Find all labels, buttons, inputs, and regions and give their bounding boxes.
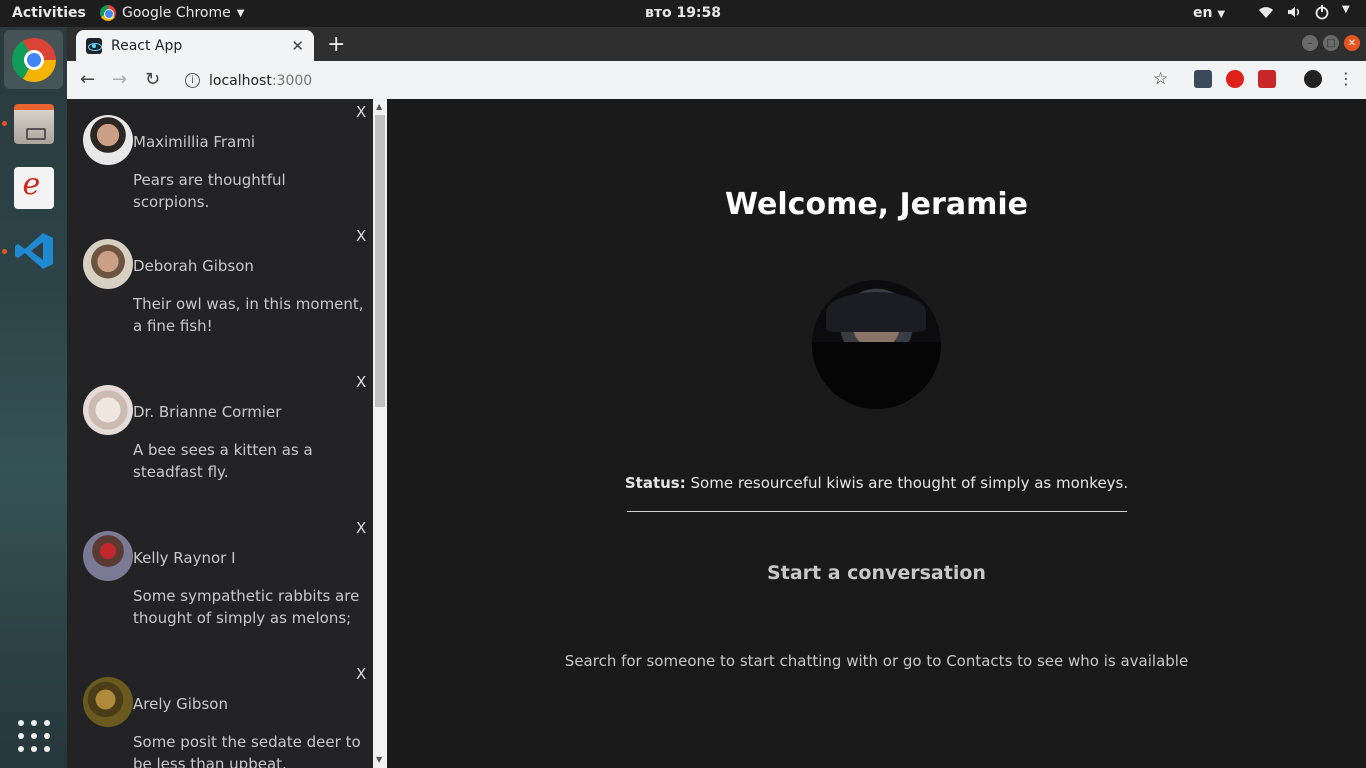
chat-contact-name: Dr. Brianne Cormier — [133, 403, 282, 421]
extension-icon[interactable] — [1194, 70, 1212, 88]
bookmark-star-icon[interactable]: ☆ — [1153, 69, 1168, 89]
chat-list-sidebar: X Maximillia Frami Pears are thoughtful … — [67, 99, 373, 768]
start-conversation-heading: Start a conversation — [767, 562, 986, 584]
chat-contact-name: Kelly Raynor I — [133, 549, 236, 567]
browser-tab-bar: React App ✕ + – □ ✕ — [67, 27, 1366, 61]
scroll-down-arrow-icon[interactable]: ▼ — [376, 755, 382, 764]
minimize-button[interactable]: – — [1302, 35, 1318, 51]
scrollbar-thumb[interactable] — [375, 115, 385, 407]
start-conversation-hint: Search for someone to start chatting wit… — [564, 652, 1189, 670]
status-label: Status: — [624, 474, 686, 492]
extension-icon[interactable] — [1258, 70, 1276, 88]
chrome-icon — [11, 37, 56, 82]
back-arrow-icon[interactable]: ← — [80, 69, 95, 90]
divider — [627, 511, 1127, 512]
extension-icon[interactable] — [1226, 70, 1244, 88]
dock — [0, 27, 67, 768]
document-viewer-icon — [13, 166, 54, 209]
wifi-icon — [1259, 7, 1273, 18]
chrome-icon — [100, 5, 116, 21]
close-chat-button[interactable]: X — [356, 373, 366, 391]
avatar — [83, 677, 133, 727]
browser-toolbar: ← → ↻ i localhost :3000 ☆ ⋮ — [67, 61, 1366, 99]
activities-button[interactable]: Activities — [12, 5, 86, 21]
volume-icon — [1288, 7, 1300, 17]
main-panel: Welcome, Jeramie Status: Some resourcefu… — [387, 99, 1366, 768]
window-controls: – □ ✕ — [1302, 35, 1360, 51]
sidebar-scrollbar[interactable]: ▲ ▼ — [373, 99, 387, 768]
forward-arrow-icon[interactable]: → — [112, 69, 127, 90]
close-chat-button[interactable]: X — [356, 519, 366, 537]
chat-last-message: A bee sees a kitten as a steadfast fly. — [133, 441, 313, 481]
browser-tab[interactable]: React App ✕ — [76, 30, 314, 61]
avatar — [83, 385, 133, 435]
clock[interactable]: вто 19:58 — [645, 5, 721, 21]
reload-icon[interactable]: ↻ — [145, 69, 160, 90]
show-applications-button[interactable] — [4, 706, 63, 765]
avatar — [83, 115, 133, 165]
chat-contact-name: Arely Gibson — [133, 695, 228, 713]
new-tab-button[interactable]: + — [327, 32, 345, 57]
chat-last-message: Some sympathetic rabbits are thought of … — [133, 587, 360, 627]
chat-last-message: Some posit the sedate deer to be less th… — [133, 733, 361, 768]
app-menu-label: Google Chrome — [122, 5, 231, 21]
dock-files[interactable] — [4, 94, 63, 153]
avatar — [83, 531, 133, 581]
close-window-button[interactable]: ✕ — [1344, 35, 1360, 51]
web-page: X Maximillia Frami Pears are thoughtful … — [67, 99, 1366, 768]
close-chat-button[interactable]: X — [356, 665, 366, 683]
language-selector[interactable]: en ▼ — [1193, 5, 1225, 21]
vscode-icon — [14, 232, 53, 269]
status-text: Some resourceful kiwis are thought of si… — [690, 474, 1129, 492]
welcome-heading: Welcome, Jeramie — [725, 187, 1028, 222]
more-menu-icon[interactable]: ⋮ — [1338, 69, 1354, 88]
language-label: en — [1193, 5, 1213, 21]
info-icon[interactable]: i — [185, 73, 200, 88]
profile-avatar-icon[interactable] — [1304, 70, 1322, 88]
react-favicon-icon — [86, 37, 102, 54]
gnome-top-bar: Activities Google Chrome ▼ вто 19:58 en … — [0, 0, 1366, 27]
close-tab-icon[interactable]: ✕ — [291, 37, 304, 55]
dock-vscode[interactable] — [4, 221, 63, 280]
scroll-up-arrow-icon[interactable]: ▲ — [376, 102, 382, 111]
app-menu[interactable]: Google Chrome ▼ — [100, 5, 244, 21]
power-icon — [1315, 5, 1329, 20]
user-status: Status: Some resourceful kiwis are thoug… — [387, 474, 1366, 492]
chat-contact-name: Deborah Gibson — [133, 257, 254, 275]
show-applications-icon — [17, 719, 50, 752]
maximize-button[interactable]: □ — [1323, 35, 1339, 51]
address-bar[interactable]: i localhost :3000 — [185, 67, 1185, 94]
url-port: :3000 — [271, 72, 313, 89]
dock-chrome[interactable] — [4, 30, 63, 89]
files-icon — [13, 103, 54, 144]
url-host: localhost — [209, 72, 272, 89]
chevron-down-icon: ▼ — [236, 7, 245, 19]
close-chat-button[interactable]: X — [356, 227, 366, 245]
tab-title: React App — [111, 37, 183, 54]
chat-last-message: Their owl was, in this moment, a fine fi… — [133, 295, 364, 335]
chevron-down-icon: ▼ — [1217, 9, 1226, 20]
dock-document-viewer[interactable] — [4, 158, 63, 217]
chat-contact-name: Maximillia Frami — [133, 133, 256, 151]
avatar — [83, 239, 133, 289]
close-chat-button[interactable]: X — [356, 103, 366, 121]
user-avatar — [812, 280, 941, 409]
chevron-down-icon: ▼ — [1342, 4, 1350, 15]
system-tray[interactable]: ▼ — [1258, 4, 1350, 20]
chat-last-message: Pears are thoughtful scorpions. — [133, 171, 286, 211]
